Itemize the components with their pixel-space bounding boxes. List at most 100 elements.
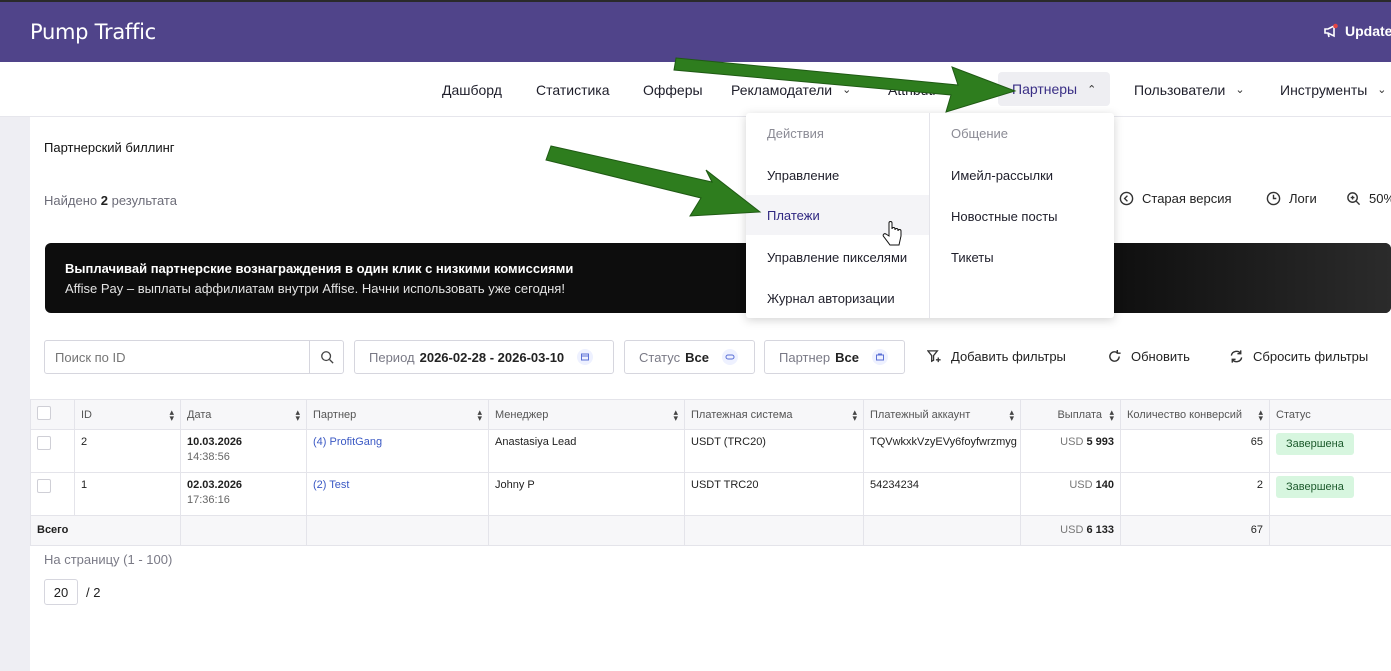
menu-item-tickets[interactable]: Тикеты (951, 250, 994, 265)
col-manager[interactable]: Менеджер ▴ ▾ (488, 399, 685, 430)
header-label: Платежная система (691, 408, 793, 421)
app-logo[interactable]: Pump Traffic (30, 20, 156, 44)
reset-filters-label: Сбросить фильтры (1253, 349, 1369, 364)
search-icon (320, 351, 334, 364)
nav-dashboard[interactable]: Дашборд (442, 62, 502, 117)
refresh-label: Обновить (1131, 349, 1190, 364)
affise-pay-banner[interactable]: Выплачивай партнерские вознаграждения в … (45, 243, 1391, 313)
nav-statistics[interactable]: Статистика (536, 62, 610, 117)
old-version-label: Старая версия (1142, 191, 1232, 206)
status-filter[interactable]: Статус Все (624, 340, 755, 374)
col-status[interactable]: Статус (1269, 399, 1391, 430)
toggle-icon (721, 349, 738, 365)
chevron-up-icon: ⌃ (1087, 83, 1097, 96)
old-version-button[interactable]: Старая версия (1119, 191, 1232, 206)
time-value: 14:38:56 (187, 451, 230, 463)
main-nav: Дашборд Статистика Офферы Рекламодатели ⌄… (0, 62, 1391, 117)
partner-link[interactable]: (2) Test (313, 479, 349, 491)
cell-status: Завершена (1269, 472, 1391, 516)
nav-label: Офферы (643, 81, 703, 98)
cell-partner: (4) ProfitGang (306, 429, 489, 473)
payout-value: 140 (1095, 479, 1114, 491)
sort-icon: ▴ ▾ (673, 407, 678, 423)
cell-manager: Anastasiya Lead (488, 429, 685, 473)
communication-header: Общение (951, 126, 1009, 141)
col-partner[interactable]: Партнер ▴ ▾ (306, 399, 489, 430)
total-payout-value: 6 133 (1086, 524, 1114, 536)
sort-icon: ▴ ▾ (852, 407, 857, 423)
menu-item-pixels[interactable]: Управление пикселями (767, 250, 907, 265)
partner-link[interactable]: (4) ProfitGang (313, 436, 382, 448)
nav-offers[interactable]: Офферы (643, 62, 703, 117)
add-filters-button[interactable]: Добавить фильтры (927, 349, 1066, 364)
search-input[interactable] (45, 349, 309, 365)
page-title: Партнерский биллинг (44, 140, 175, 155)
logs-label: Логи (1289, 191, 1317, 206)
results-prefix: Найдено (44, 193, 98, 208)
partners-dropdown-menu: Действия Управление Платежи Управление п… (746, 113, 1114, 318)
per-page-label: На страницу (1 - 100) (44, 552, 173, 567)
header-label: Количество конверсий (1127, 408, 1243, 421)
col-id[interactable]: ID ▴ ▾ (74, 399, 181, 430)
cell-conversions: 65 (1120, 429, 1270, 473)
nav-label: Статистика (536, 81, 610, 98)
app-header: Pump Traffic Update (0, 0, 1391, 62)
actions-header: Действия (767, 126, 824, 141)
col-payment-account[interactable]: Платежный аккаунт ▴ ▾ (863, 399, 1021, 430)
nav-attribution[interactable]: Attributi (888, 62, 935, 117)
payments-table: ID ▴ ▾ Дата ▴ ▾ Партнер ▴ ▾ Менеджер ▴ ▾ Платежн… (30, 399, 1391, 546)
chevron-down-icon: ⌄ (1377, 84, 1387, 96)
nav-advertisers[interactable]: Рекламодатели ⌄ (731, 62, 851, 117)
col-conversions[interactable]: Количество конверсий ▴ ▾ (1120, 399, 1270, 430)
menu-item-news[interactable]: Новостные посты (951, 209, 1058, 224)
nav-partners[interactable]: Партнеры ⌃ (998, 72, 1111, 106)
period-filter[interactable]: Период 2026-02-28 - 2026-03-10 (354, 340, 614, 374)
zoom-button[interactable]: 50% (1346, 191, 1391, 206)
update-button[interactable]: Update (1323, 23, 1391, 39)
col-date[interactable]: Дата ▴ ▾ (180, 399, 307, 430)
empty-cell (180, 515, 307, 546)
refresh-button[interactable]: Обновить (1107, 349, 1190, 364)
table-row[interactable]: 1 02.03.2026 17:36:16 (2) Test Johny P US… (30, 472, 1391, 516)
logs-button[interactable]: Логи (1266, 191, 1317, 206)
empty-cell (488, 515, 685, 546)
reset-filters-button[interactable]: Сбросить фильтры (1229, 349, 1368, 364)
empty-cell (1269, 515, 1391, 546)
calendar-icon (577, 349, 594, 365)
banner-decoration (1091, 243, 1391, 313)
search-field (44, 340, 344, 374)
col-payout[interactable]: Выплата ▴ ▾ (1020, 399, 1121, 430)
cell-id: 1 (74, 472, 181, 516)
header-label: Партнер (313, 408, 357, 421)
sort-icon: ▴ ▾ (169, 407, 174, 423)
row-checkbox[interactable] (37, 436, 51, 450)
page-size-input[interactable]: 20 (44, 579, 78, 605)
menu-item-management[interactable]: Управление (767, 168, 839, 183)
cell-payment-account: TQVwkxkVzyEVy6foyfwrzmyg (863, 429, 1021, 473)
results-number: 2 (100, 193, 108, 208)
cell-conversions: 2 (1120, 472, 1270, 516)
total-label: Всего (30, 515, 181, 546)
nav-tools[interactable]: Инструменты ⌄ (1280, 62, 1387, 117)
table-row[interactable]: 2 10.03.2026 14:38:56 (4) ProfitGang Anas… (30, 429, 1391, 473)
cell-partner: (2) Test (306, 472, 489, 516)
menu-item-payments[interactable]: Платежи (746, 195, 929, 235)
currency: USD (1060, 436, 1084, 448)
row-checkbox[interactable] (37, 479, 51, 493)
select-all-checkbox[interactable] (37, 406, 51, 420)
communication-column: Общение Имейл-рассылки Новостные посты Т… (930, 113, 1114, 318)
cell-date: 10.03.2026 14:38:56 (180, 429, 307, 473)
total-pages: / 2 (86, 584, 101, 600)
results-suffix: результата (111, 193, 177, 208)
nav-users[interactable]: Пользователи ⌄ (1134, 62, 1245, 117)
col-payment-system[interactable]: Платежная система ▴ ▾ (684, 399, 864, 430)
total-label-text: Всего (37, 524, 69, 536)
menu-item-email[interactable]: Имейл-рассылки (951, 168, 1053, 183)
menu-item-auth-log[interactable]: Журнал авторизации (767, 291, 895, 306)
nav-label: Инструменты (1280, 81, 1368, 98)
megaphone-icon (1323, 23, 1339, 39)
partner-filter[interactable]: Партнер Все (764, 340, 905, 374)
add-filters-label: Добавить фильтры (951, 349, 1066, 364)
search-button[interactable] (309, 341, 343, 373)
currency: USD (1069, 479, 1093, 491)
